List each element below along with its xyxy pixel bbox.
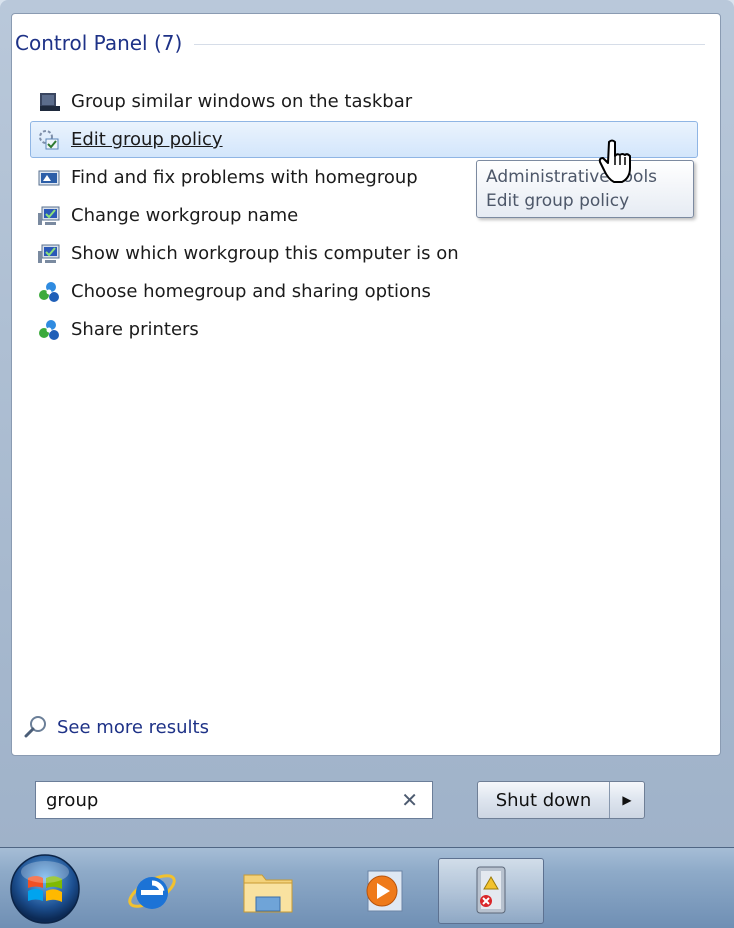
- result-item-label: Edit group policy: [71, 129, 223, 150]
- taskbar-internet-explorer[interactable]: [112, 858, 192, 924]
- shutdown-button[interactable]: Shut down: [478, 782, 610, 818]
- taskbar-windows-explorer[interactable]: [228, 858, 308, 924]
- result-item-label: Find and fix problems with homegroup: [71, 167, 418, 188]
- result-item-label: Choose homegroup and sharing options: [71, 281, 431, 302]
- result-item-group-similar-windows[interactable]: Group similar windows on the taskbar: [30, 83, 698, 120]
- tooltip-category: Administrative Tools: [486, 167, 658, 187]
- control-panel-group-header[interactable]: Control Panel (7): [15, 28, 705, 58]
- media-player-icon: [366, 870, 403, 912]
- result-item-find-fix-homegroup[interactable]: Find and fix problems with homegroup: [30, 159, 460, 196]
- result-item-share-printers[interactable]: Share printers: [30, 311, 698, 348]
- taskbar-icon: [40, 92, 60, 111]
- troubleshoot-icon: [38, 170, 60, 185]
- result-item-label: Group similar windows on the taskbar: [71, 91, 413, 112]
- search-icon: [24, 716, 46, 738]
- hand-cursor-icon: [598, 139, 631, 183]
- homegroup-icon: [39, 281, 59, 302]
- clear-search-icon[interactable]: ✕: [401, 788, 418, 812]
- see-more-results-link[interactable]: See more results: [24, 715, 209, 739]
- result-item-show-workgroup[interactable]: Show which workgroup this computer is on: [30, 235, 698, 272]
- internet-explorer-icon: [128, 874, 176, 909]
- homegroup-icon: [39, 319, 59, 340]
- search-input[interactable]: [36, 788, 388, 812]
- group-policy-editor-icon: [476, 866, 506, 914]
- group-divider: [194, 43, 705, 45]
- windows-start-orb-icon[interactable]: [8, 852, 82, 926]
- taskbar: [0, 847, 734, 928]
- result-item-label: Show which workgroup this computer is on: [71, 243, 459, 264]
- group-title[interactable]: Control Panel (7): [15, 31, 182, 55]
- start-search-box[interactable]: ✕: [35, 781, 433, 819]
- taskbar-group-policy-editor[interactable]: [438, 858, 544, 924]
- taskbar-media-player[interactable]: [344, 858, 424, 924]
- group-policy-icon: [39, 129, 59, 149]
- see-more-results-label: See more results: [57, 716, 209, 738]
- system-computer-icon: [38, 206, 60, 225]
- result-item-label: Share printers: [71, 319, 199, 340]
- result-item-homegroup-sharing[interactable]: Choose homegroup and sharing options: [30, 273, 698, 310]
- file-explorer-icon: [243, 874, 293, 913]
- system-computer-icon: [38, 244, 60, 263]
- shutdown-options-arrow-icon[interactable]: ▶: [610, 782, 644, 818]
- result-item-label: Change workgroup name: [71, 205, 299, 226]
- item-tooltip: Administrative Tools Edit group policy: [476, 160, 694, 218]
- start-menu: Control Panel (7) Group similar windows …: [0, 0, 734, 847]
- shutdown-button-group: Shut down ▶: [477, 781, 645, 819]
- tooltip-title: Edit group policy: [486, 191, 630, 211]
